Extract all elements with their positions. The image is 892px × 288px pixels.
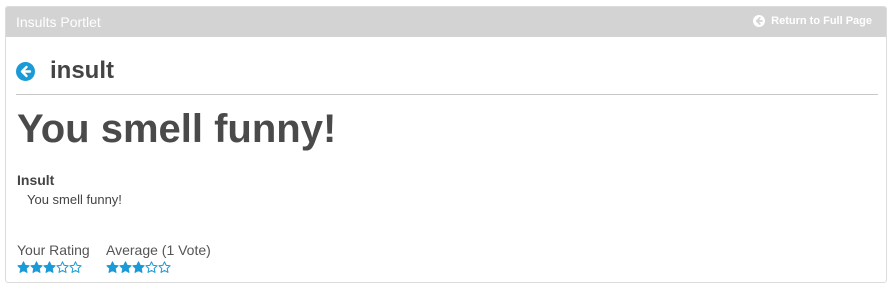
insult-field-label: Insult — [17, 172, 55, 188]
insult-field-value: You smell funny! — [27, 192, 122, 207]
average-rating: Average (1 Vote) — [106, 242, 211, 274]
star-outline-icon[interactable] — [69, 261, 82, 274]
back-arrow-icon[interactable] — [16, 62, 35, 81]
return-to-full-page-label: Return to Full Page — [771, 15, 872, 27]
average-rating-label: Average (1 Vote) — [106, 242, 211, 258]
star-icon[interactable] — [43, 261, 56, 274]
arrow-circle-left-icon — [753, 15, 766, 27]
star-icon — [132, 261, 145, 274]
your-rating-label: Your Rating — [17, 242, 90, 258]
portlet: Insults Portlet Return to Full Page insu… — [5, 6, 887, 283]
page-title: insult — [50, 57, 114, 84]
return-to-full-page-link[interactable]: Return to Full Page — [753, 15, 872, 27]
portlet-title: Insults Portlet — [16, 14, 101, 30]
star-outline-icon[interactable] — [56, 261, 69, 274]
star-icon[interactable] — [17, 261, 30, 274]
average-rating-stars — [106, 261, 211, 274]
star-icon — [106, 261, 119, 274]
entry-header: insult — [16, 37, 878, 95]
star-outline-icon — [145, 261, 158, 274]
portlet-topper: Insults Portlet Return to Full Page — [6, 7, 886, 37]
star-icon — [119, 261, 132, 274]
star-outline-icon — [158, 261, 171, 274]
star-icon[interactable] — [30, 261, 43, 274]
portlet-content: insult You smell funny! Insult You smell… — [16, 37, 878, 273]
entry-heading: You smell funny! — [17, 107, 337, 151]
your-rating: Your Rating — [17, 242, 90, 274]
your-rating-stars — [17, 261, 90, 274]
